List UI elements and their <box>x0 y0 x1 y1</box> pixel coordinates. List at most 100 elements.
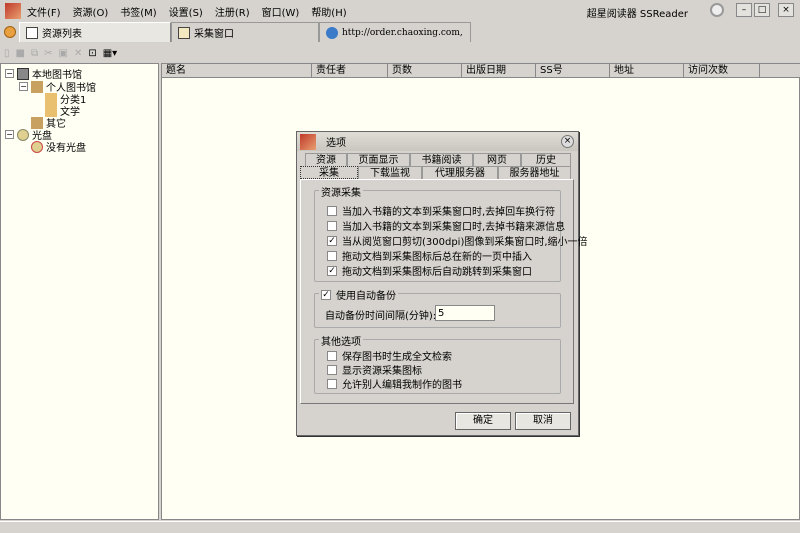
backup-interval-input[interactable] <box>435 305 495 321</box>
menu-help[interactable]: 帮助(H) <box>311 4 346 19</box>
group-label: 使用自动备份 <box>336 291 396 302</box>
checkbox[interactable] <box>327 350 337 361</box>
toolbar: ▯ ■ ⧉ ✂ ▣ ✕ ⊡ ▦▾ <box>0 44 117 62</box>
option-use-auto-backup[interactable]: ✓ 使用自动备份 <box>319 287 398 302</box>
option-show-collect-icon[interactable]: 显示资源采集图标 <box>327 362 422 377</box>
column-header-visits[interactable]: 访问次数 <box>684 64 760 78</box>
option-remove-newlines[interactable]: 当加入书籍的文本到采集窗口时,去掉回车换行符 <box>327 203 555 218</box>
menu-window[interactable]: 窗口(W) <box>262 4 300 19</box>
group-other-options: 其他选项 保存图书时生成全文检索 显示资源采集图标 允许别人编辑我制作的图书 <box>314 333 561 394</box>
tab-download-monitor[interactable]: 下载监视 <box>358 166 422 179</box>
checkbox[interactable] <box>327 205 337 216</box>
list-icon <box>26 26 38 39</box>
option-label: 拖动文档到采集图标后自动跳转到采集窗口 <box>342 267 532 278</box>
option-remove-source-info[interactable]: 当加入书籍的文本到采集窗口时,去掉书籍来源信息 <box>327 218 565 233</box>
column-header-pages[interactable]: 页数 <box>388 64 462 78</box>
checkbox-checked[interactable]: ✓ <box>327 235 337 246</box>
collapse-icon[interactable]: − <box>19 82 28 91</box>
tab-page-display[interactable]: 页面显示 <box>347 153 410 166</box>
view-menu-icon[interactable]: ▦▾ <box>103 48 117 59</box>
option-label: 显示资源采集图标 <box>342 366 422 377</box>
collect-tab-panel: 资源采集 当加入书籍的文本到采集窗口时,去掉回车换行符 当加入书籍的文本到采集窗… <box>300 179 588 404</box>
group-resource-collect: 资源采集 当加入书籍的文本到采集窗口时,去掉回车换行符 当加入书籍的文本到采集窗… <box>314 184 588 282</box>
option-auto-jump[interactable]: ✓ 拖动文档到采集图标后自动跳转到采集窗口 <box>327 263 532 278</box>
tab-resource-list[interactable]: 资源列表 <box>19 22 171 42</box>
options-dialog: 选项 × 资源 页面显示 书籍阅读 网页 历史 采集 下载监视 代理服务器 服务… <box>296 131 588 436</box>
maximize-button[interactable]: □ <box>754 3 770 17</box>
tab-label: 采集窗口 <box>194 29 234 40</box>
tab-server-address[interactable]: 服务器地址 <box>498 166 571 179</box>
option-label: 当加入书籍的文本到采集窗口时,去掉书籍来源信息 <box>342 222 566 233</box>
option-allow-edit[interactable]: 允许别人编辑我制作的图书 <box>327 376 462 391</box>
option-fulltext-index[interactable]: 保存图书时生成全文检索 <box>327 348 452 363</box>
menu-bookmark[interactable]: 书签(M) <box>120 4 156 19</box>
checkbox[interactable] <box>327 364 337 375</box>
menu-settings[interactable]: 设置(S) <box>169 4 203 19</box>
lock-icon[interactable]: ⊡ <box>88 48 96 59</box>
computer-icon <box>17 67 29 80</box>
option-insert-new-page[interactable]: 拖动文档到采集图标后总在新的一页中插入 <box>327 248 532 263</box>
tab-book-reading[interactable]: 书籍阅读 <box>410 153 473 166</box>
group-label: 资源采集 <box>319 184 363 199</box>
column-header-ss[interactable]: SS号 <box>536 64 610 78</box>
column-header-filler <box>760 64 800 78</box>
node-label: 没有光盘 <box>46 143 86 154</box>
dialog-close-button[interactable]: × <box>561 135 574 148</box>
column-header-pubdate[interactable]: 出版日期 <box>462 64 536 78</box>
delete-icon[interactable]: ✕ <box>74 48 82 59</box>
globe-icon <box>326 26 338 39</box>
no-disc-icon <box>31 140 43 153</box>
dialog-titlebar[interactable]: 选项 × <box>297 132 578 151</box>
app-logo-icon <box>5 3 21 19</box>
tab-webpage[interactable]: 网页 <box>473 153 521 166</box>
status-bar <box>0 521 800 533</box>
checkbox-checked[interactable]: ✓ <box>321 289 331 300</box>
dialog-title: 选项 <box>326 138 346 149</box>
column-header-title[interactable]: 题名 <box>162 64 312 78</box>
minimize-button[interactable]: – <box>736 3 752 17</box>
add-icon[interactable]: ■ <box>16 48 25 59</box>
history-icon[interactable] <box>4 26 16 38</box>
tab-resource[interactable]: 资源 <box>305 153 347 166</box>
tab-web-page[interactable]: http://order.chaoxing.com, <box>319 22 471 42</box>
option-label: 允许别人编辑我制作的图书 <box>342 380 462 391</box>
tab-collect[interactable]: 采集 <box>300 166 358 179</box>
option-label: 拖动文档到采集图标后总在新的一页中插入 <box>342 252 532 263</box>
tab-label: http://order.chaoxing.com, <box>342 27 463 38</box>
tab-history[interactable]: 历史 <box>521 153 571 166</box>
house-icon <box>31 80 43 93</box>
checkbox[interactable] <box>327 250 337 261</box>
column-header-author[interactable]: 责任者 <box>312 64 388 78</box>
tab-bar: 资源列表 采集窗口 http://order.chaoxing.com, <box>0 22 800 42</box>
status-orb-icon[interactable] <box>710 3 724 17</box>
menu-resource[interactable]: 资源(O) <box>73 4 109 19</box>
group-label: 其他选项 <box>319 333 363 348</box>
option-label: 保存图书时生成全文检索 <box>342 352 452 363</box>
tab-collect-window[interactable]: 采集窗口 <box>171 22 319 42</box>
copy-icon[interactable]: ⧉ <box>31 48 38 59</box>
tab-proxy-server[interactable]: 代理服务器 <box>422 166 498 179</box>
checkbox-checked[interactable]: ✓ <box>327 265 337 276</box>
option-label: 当从阅览窗口剪切(300dpi)图像到采集窗口时,缩小一倍 <box>342 237 588 248</box>
cancel-button[interactable]: 取消 <box>515 412 571 430</box>
collect-icon <box>178 26 190 39</box>
cut-icon[interactable]: ✂ <box>44 48 52 59</box>
menu-register[interactable]: 注册(R) <box>215 4 250 19</box>
column-header-address[interactable]: 地址 <box>610 64 684 78</box>
checkbox[interactable] <box>327 220 337 231</box>
collapse-icon[interactable]: − <box>5 130 14 139</box>
tree-no-disc[interactable]: 没有光盘 <box>31 139 86 154</box>
close-button[interactable]: × <box>778 3 794 17</box>
option-label: 当加入书籍的文本到采集窗口时,去掉回车换行符 <box>342 207 556 218</box>
backup-interval-label: 自动备份时间间隔(分钟): <box>325 311 437 322</box>
collapse-icon[interactable]: − <box>5 69 14 78</box>
new-icon[interactable]: ▯ <box>4 48 10 59</box>
menu-file[interactable]: 文件(F) <box>27 4 61 19</box>
disc-icon <box>17 128 29 141</box>
option-shrink-image[interactable]: ✓ 当从阅览窗口剪切(300dpi)图像到采集窗口时,缩小一倍 <box>327 233 588 248</box>
checkbox[interactable] <box>327 378 337 389</box>
ok-button[interactable]: 确定 <box>455 412 511 430</box>
group-auto-backup: ✓ 使用自动备份 自动备份时间间隔(分钟): <box>314 287 561 328</box>
paste-icon[interactable]: ▣ <box>59 48 68 59</box>
app-title: 超星阅读器 SSReader <box>586 9 688 20</box>
